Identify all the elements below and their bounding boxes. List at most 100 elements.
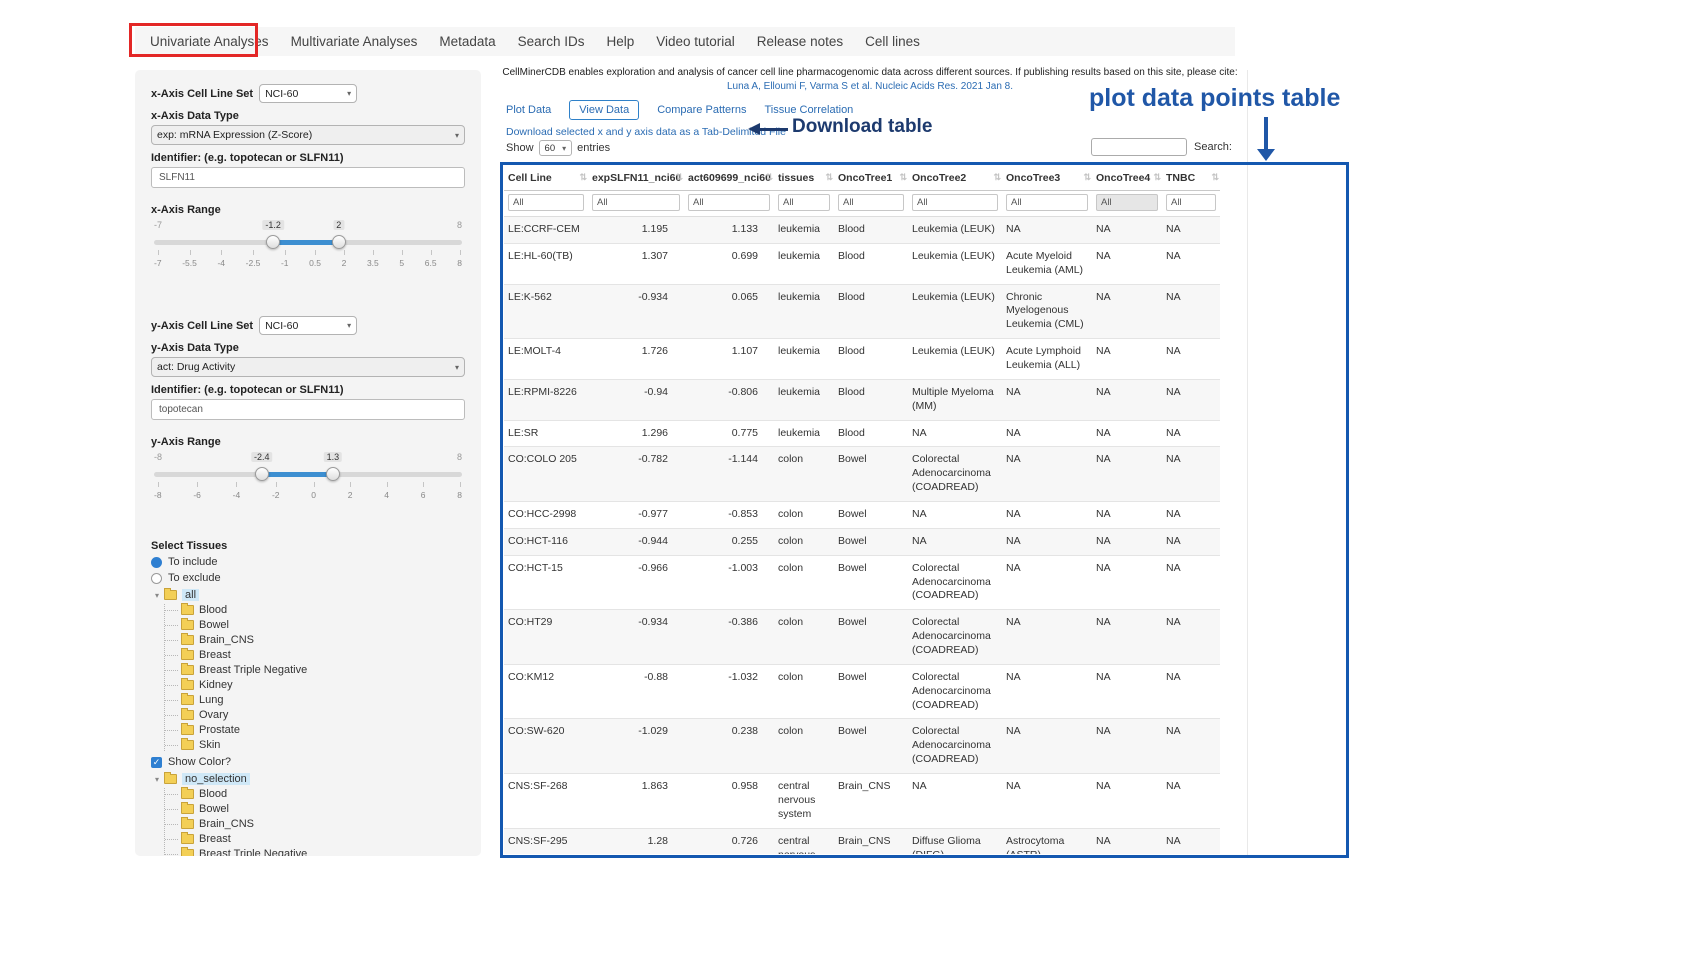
column-header-oncotree1[interactable]: OncoTree1⇅ (834, 166, 908, 191)
search-input[interactable] (1091, 138, 1187, 156)
table-row[interactable]: CO:HCC-2998-0.977-0.853colonBowelNANANAN… (504, 502, 1220, 529)
filter-input-tissues[interactable] (778, 194, 830, 211)
tree-item-breast[interactable]: Breast (181, 833, 465, 845)
slider-handle-low[interactable] (266, 235, 280, 249)
sort-icon[interactable]: ⇅ (1083, 172, 1091, 183)
table-row[interactable]: CNS:SF-2681.8630.958central nervous syst… (504, 774, 1220, 829)
column-header-cell-line[interactable]: Cell Line⇅ (504, 166, 588, 191)
exclude-radio[interactable]: To exclude (151, 572, 465, 584)
tree-item-prostate[interactable]: Prostate (181, 724, 465, 736)
table-row[interactable]: LE:RPMI-8226-0.94-0.806leukemiaBloodMult… (504, 379, 1220, 420)
tree-item-label: Bowel (199, 803, 229, 815)
table-row[interactable]: CNS:SF-2951.280.726central nervous syste… (504, 828, 1220, 854)
column-header-tissues[interactable]: tissues⇅ (774, 166, 834, 191)
table-cell: Leukemia (LEUK) (908, 284, 1002, 339)
filter-input-oncotree1[interactable] (838, 194, 904, 211)
tree-item-blood[interactable]: Blood (181, 604, 465, 616)
x-identifier-input[interactable] (151, 167, 465, 188)
tree-item-blood[interactable]: Blood (181, 788, 465, 800)
tree-item-breast[interactable]: Breast (181, 649, 465, 661)
column-header-expslfn11-nci60[interactable]: expSLFN11_nci60⇅ (588, 166, 684, 191)
table-row[interactable]: CO:COLO 205-0.782-1.144colonBowelColorec… (504, 447, 1220, 502)
column-header-oncotree4[interactable]: OncoTree4⇅ (1092, 166, 1162, 191)
filter-input-oncotree3[interactable] (1006, 194, 1088, 211)
table-row[interactable]: CO:HT29-0.934-0.386colonBowelColorectal … (504, 610, 1220, 665)
slider-handle-high[interactable] (326, 467, 340, 481)
tree-item-brain-cns[interactable]: Brain_CNS (181, 634, 465, 646)
tab-compare-patterns[interactable]: Compare Patterns (657, 104, 746, 116)
filter-input-act609699-nci60[interactable] (688, 194, 770, 211)
column-title: OncoTree2 (912, 172, 966, 184)
tab-tissue-correlation[interactable]: Tissue Correlation (764, 104, 853, 116)
slider-handle-low[interactable] (255, 467, 269, 481)
nav-item-release-notes[interactable]: Release notes (746, 34, 854, 49)
nav-item-video-tutorial[interactable]: Video tutorial (645, 34, 746, 49)
filter-input-expslfn11-nci60[interactable] (592, 194, 680, 211)
y-range-slider[interactable]: -8 8 -2.4 1.3 -8-6-4-202468 (154, 464, 462, 508)
tree-item-brain-cns[interactable]: Brain_CNS (181, 818, 465, 830)
tree-expand-icon[interactable]: ▾ (155, 591, 159, 600)
table-row[interactable]: CO:HCT-15-0.966-1.003colonBowelColorecta… (504, 555, 1220, 610)
tree-item-lung[interactable]: Lung (181, 694, 465, 706)
x-data-type-select[interactable]: exp: mRNA Expression (Z-Score) ▾ (151, 125, 465, 145)
column-header-act609699-nci60[interactable]: act609699_nci60⇅ (684, 166, 774, 191)
x-range-slider[interactable]: -7 8 -1.2 2 -7-5.5-4-2.5-10.523.556.58 (154, 232, 462, 276)
x-cell-line-set-select[interactable]: NCI-60 ▾ (259, 84, 357, 103)
sort-icon[interactable]: ⇅ (1211, 172, 1219, 183)
table-row[interactable]: CO:HCT-116-0.9440.255colonBowelNANANANA (504, 528, 1220, 555)
tree-root-all[interactable]: ▾ all (155, 589, 465, 601)
table-row[interactable]: CO:SW-620-1.0290.238colonBowelColorectal… (504, 719, 1220, 774)
y-identifier-input[interactable] (151, 399, 465, 420)
download-tab-delimited-link[interactable]: Download selected x and y axis data as a… (506, 126, 786, 138)
sort-icon[interactable]: ⇅ (765, 172, 773, 183)
table-row[interactable]: LE:HL-60(TB)1.3070.699leukemiaBloodLeuke… (504, 243, 1220, 284)
sort-icon[interactable]: ⇅ (993, 172, 1001, 183)
tree-item-breast-triple-negative[interactable]: Breast Triple Negative (181, 664, 465, 676)
tree-root-no-selection[interactable]: ▾ no_selection (155, 773, 465, 785)
tree-item-bowel[interactable]: Bowel (181, 619, 465, 631)
table-cell: NA (1002, 555, 1092, 610)
nav-item-metadata[interactable]: Metadata (428, 34, 506, 49)
y-cell-line-set-select[interactable]: NCI-60 ▾ (259, 316, 357, 335)
tree-item-skin[interactable]: Skin (181, 739, 465, 751)
nav-item-help[interactable]: Help (595, 34, 645, 49)
show-color-checkbox[interactable]: ✓ Show Color? (151, 756, 465, 768)
filter-input-tnbc[interactable] (1166, 194, 1216, 211)
nav-item-multivariate-analyses[interactable]: Multivariate Analyses (280, 34, 429, 49)
column-header-oncotree3[interactable]: OncoTree3⇅ (1002, 166, 1092, 191)
sort-icon[interactable]: ⇅ (675, 172, 683, 183)
column-header-oncotree2[interactable]: OncoTree2 ⇅ (908, 166, 1002, 191)
column-header-tnbc[interactable]: TNBC⇅ (1162, 166, 1220, 191)
table-cell: NA (908, 528, 1002, 555)
filter-input-cell-line[interactable] (508, 194, 584, 211)
table-row[interactable]: LE:MOLT-41.7261.107leukemiaBloodLeukemia… (504, 339, 1220, 380)
sort-icon[interactable]: ⇅ (825, 172, 833, 183)
nav-item-cell-lines[interactable]: Cell lines (854, 34, 931, 49)
slider-handle-high[interactable] (332, 235, 346, 249)
sort-icon[interactable]: ⇅ (1153, 172, 1161, 183)
tab-view-data[interactable]: View Data (569, 100, 639, 120)
table-cell: NA (1092, 339, 1162, 380)
tree-item-kidney[interactable]: Kidney (181, 679, 465, 691)
table-row[interactable]: LE:SR1.2960.775leukemiaBloodNANANANA (504, 420, 1220, 447)
nav-item-univariate-analyses[interactable]: Univariate Analyses (139, 34, 280, 49)
nav-item-search-ids[interactable]: Search IDs (507, 34, 596, 49)
tab-plot-data[interactable]: Plot Data (506, 104, 551, 116)
tree-item-breast-triple-negative[interactable]: Breast Triple Negative (181, 848, 465, 856)
table-row[interactable]: CO:KM12-0.88-1.032colonBowelColorectal A… (504, 664, 1220, 719)
entries-select[interactable]: 60 ▾ (539, 140, 573, 156)
include-radio[interactable]: To include (151, 556, 465, 568)
table-row[interactable]: LE:CCRF-CEM1.1951.133leukemiaBloodLeukem… (504, 217, 1220, 244)
tree-item-label: Skin (199, 739, 220, 751)
filter-input-oncotree4[interactable] (1096, 194, 1158, 211)
table-row[interactable]: LE:K-562-0.9340.065leukemiaBloodLeukemia… (504, 284, 1220, 339)
tree-item-bowel[interactable]: Bowel (181, 803, 465, 815)
sort-icon[interactable]: ⇅ (899, 172, 907, 183)
y-data-type-label: y-Axis Data Type (151, 342, 465, 354)
tree-expand-icon[interactable]: ▾ (155, 775, 159, 784)
tree-item-ovary[interactable]: Ovary (181, 709, 465, 721)
table-cell: leukemia (774, 284, 834, 339)
sort-icon[interactable]: ⇅ (579, 172, 587, 183)
y-data-type-select[interactable]: act: Drug Activity ▾ (151, 357, 465, 377)
filter-input-oncotree2[interactable] (912, 194, 998, 211)
